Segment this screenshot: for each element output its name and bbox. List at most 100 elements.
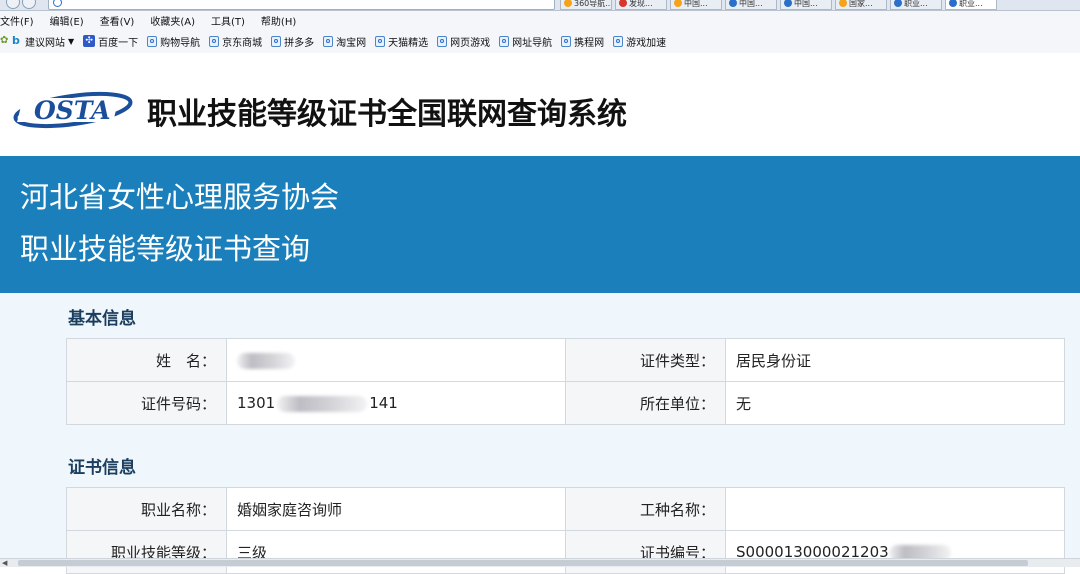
favorite-link[interactable]: b 建议网站 ▼ [12, 34, 74, 49]
ie-icon [437, 35, 448, 47]
favorite-label: 天猫精选 [388, 37, 429, 49]
browser-tab[interactable]: 中国... [725, 0, 777, 10]
id-type-label: 证件类型： [565, 338, 726, 382]
tab-favicon-icon [674, 0, 682, 7]
menu-item[interactable]: 查看(V) [100, 13, 135, 28]
tab-favicon-icon [619, 0, 627, 7]
table-row: 姓 名： 证件类型： 居民身份证 [66, 338, 1065, 382]
redacted-id-middle [277, 395, 368, 412]
menu-item[interactable]: 工具(T) [211, 13, 245, 28]
tab-label: 中国... [794, 0, 818, 8]
id-number-prefix: 1301 [237, 394, 276, 412]
org-banner: 河北省女性心理服务协会 职业技能等级证书查询 [0, 156, 1080, 293]
employer-label: 所在单位： [565, 381, 726, 425]
browser-tab[interactable]: 360导航... [560, 0, 612, 10]
favorite-label: 携程网 [574, 37, 605, 49]
nav-buttons [6, 0, 46, 9]
osta-logo: OSTA [13, 91, 133, 129]
organization-name: 河北省女性心理服务协会 [20, 180, 340, 214]
site-header: OSTA 职业技能等级证书全国联网查询系统 [0, 53, 1080, 156]
paw-icon: ✣ [83, 35, 96, 47]
favorite-link[interactable]: ✣ 百度一下 [83, 34, 138, 49]
basic-info-table: 姓 名： 证件类型： 居民身份证 证件号码： 1301 141 所在单位： 无 [66, 338, 1065, 425]
id-number-suffix: 141 [369, 394, 398, 412]
ie-icon [209, 35, 220, 47]
forward-button[interactable] [22, 0, 36, 9]
tab-favicon-icon [784, 0, 792, 7]
redacted-name [237, 352, 295, 369]
ie-icon [323, 35, 334, 47]
logo-text: OSTA [34, 96, 110, 125]
favorite-link[interactable]: 游戏加速 [613, 34, 666, 49]
employer-value: 无 [725, 381, 1065, 425]
table-row: 职业技能等级： 三级 证书编号： S000013000021203 [66, 530, 1065, 574]
id-number-value: 1301 141 [226, 381, 566, 425]
favorite-label: 网页游戏 [450, 37, 491, 49]
id-type-value: 居民身份证 [725, 338, 1065, 382]
level-label: 职业技能等级： [66, 530, 227, 574]
favorite-label: 网址导航 [512, 37, 553, 49]
back-button[interactable] [6, 0, 20, 9]
favorite-link[interactable]: 购物导航 [147, 34, 200, 49]
ie-icon [561, 35, 572, 47]
query-title: 职业技能等级证书查询 [20, 232, 311, 266]
menu-item[interactable]: 帮助(H) [261, 13, 296, 28]
favorite-link[interactable]: 淘宝网 [323, 34, 366, 49]
name-value [226, 338, 566, 382]
tab-favicon-icon [729, 0, 737, 7]
browser-tab[interactable]: 中国... [670, 0, 722, 10]
address-field[interactable] [48, 0, 555, 10]
tab-favicon-icon [894, 0, 902, 7]
ie-page-icon [53, 0, 62, 7]
job-type-label: 工种名称： [565, 487, 726, 531]
results-panel: 基本信息 姓 名： 证件类型： 居民身份证 证件号码： 1301 141 所在单位… [0, 293, 1080, 574]
tab-strip: 360导航... 发现... 中国... 中国... 中国... 国家... 职业... 职业… [560, 0, 1000, 10]
system-title: 职业技能等级证书全国联网查询系统 [147, 97, 627, 132]
favorite-link[interactable]: 京东商城 [209, 34, 262, 49]
menu-item[interactable]: 收藏夹(A) [150, 13, 195, 28]
tab-label: 中国... [739, 0, 763, 8]
name-label: 姓 名： [66, 338, 227, 382]
job-type-value [725, 487, 1065, 531]
browser-tab[interactable]: 中国... [780, 0, 832, 10]
cert-info-heading: 证书信息 [68, 458, 136, 478]
tab-label: 发现... [629, 0, 653, 8]
table-row: 证件号码： 1301 141 所在单位： 无 [66, 381, 1065, 425]
ie-icon [613, 35, 624, 47]
favorite-label: 拼多多 [284, 37, 315, 49]
favorite-label: 建议网站 [25, 37, 65, 49]
favorites-bar: ✿ b 建议网站 ▼ ✣ 百度一下 购物导航 京东商城 拼多多 淘宝网 天猫精选 网页游戏 网址导航 携… [0, 29, 1080, 54]
favorite-label: 购物导航 [160, 37, 201, 49]
browser-tab[interactable]: 国家... [835, 0, 887, 10]
favorite-label: 游戏加速 [626, 37, 667, 49]
cert-no-value: S000013000021203 [725, 530, 1065, 574]
tab-label: 中国... [684, 0, 708, 8]
menu-item[interactable]: 文件(F) [0, 13, 34, 28]
id-number-label: 证件号码： [66, 381, 227, 425]
favorite-label: 京东商城 [222, 37, 263, 49]
favorite-link[interactable]: 天猫精选 [375, 34, 428, 49]
favorite-link[interactable]: 网址导航 [499, 34, 552, 49]
favorite-label: 淘宝网 [336, 37, 367, 49]
menu-bar: 文件(F) 编辑(E) 查看(V) 收藏夹(A) 工具(T) 帮助(H) [0, 11, 1080, 29]
browser-tab[interactable]: 职业... [945, 0, 997, 10]
favorites-leaf-icon[interactable]: ✿ [0, 36, 8, 46]
tab-label: 国家... [849, 0, 873, 8]
browser-tab[interactable]: 发现... [615, 0, 667, 10]
ie-icon [147, 35, 158, 47]
ie-icon [271, 35, 282, 47]
favorite-link[interactable]: 网页游戏 [437, 34, 490, 49]
table-row: 职业名称： 婚姻家庭咨询师 工种名称： [66, 487, 1065, 531]
menu-item[interactable]: 编辑(E) [50, 13, 84, 28]
tab-label: 职业... [904, 0, 928, 8]
ie-icon [375, 35, 386, 47]
favorite-link[interactable]: 携程网 [561, 34, 604, 49]
browser-tab[interactable]: 职业... [890, 0, 942, 10]
scrollbar-thumb[interactable] [18, 560, 1028, 566]
cert-no-label: 证书编号： [565, 530, 726, 574]
tab-label: 360导航... [574, 0, 612, 8]
level-value: 三级 [226, 530, 566, 574]
ie-icon [499, 35, 510, 47]
favorite-link[interactable]: 拼多多 [271, 34, 314, 49]
dropdown-caret-icon[interactable]: ▼ [68, 37, 74, 46]
